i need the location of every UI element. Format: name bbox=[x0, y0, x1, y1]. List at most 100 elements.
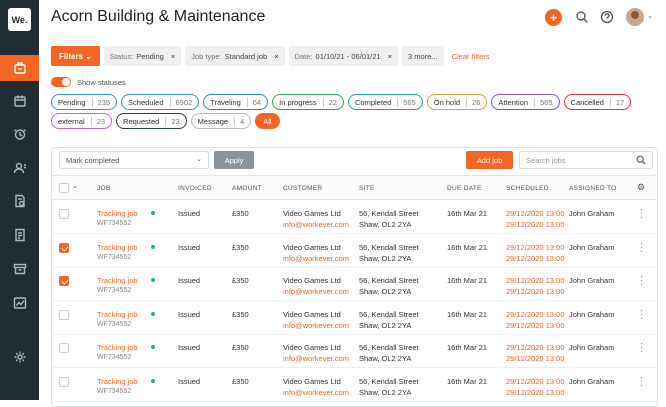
status-pill-all[interactable]: All bbox=[255, 113, 280, 129]
column-header[interactable]: AMOUNT bbox=[232, 185, 262, 192]
status-pill-scheduled[interactable]: Scheduled 6902 bbox=[121, 94, 200, 110]
select-all-checkbox[interactable] bbox=[59, 183, 69, 193]
customer-name: Video Games Ltd bbox=[283, 376, 341, 386]
site-line1: 56, Kendall Street bbox=[359, 376, 419, 386]
table-row[interactable]: Tracking job WF734552 Issued £350 Video Game… bbox=[52, 268, 657, 301]
customer-email[interactable]: info@workever.com bbox=[283, 388, 349, 397]
column-header[interactable]: SITE bbox=[359, 185, 375, 192]
status-pill-cancelled[interactable]: Cancelled 17 bbox=[563, 94, 632, 110]
column-header[interactable]: DUE DATE bbox=[447, 185, 482, 192]
status-pill-message[interactable]: Message 4 bbox=[190, 113, 252, 129]
status-pill-traveling[interactable]: Traveling 64 bbox=[203, 94, 269, 110]
job-link[interactable]: Tracking job bbox=[97, 343, 138, 352]
more-options-icon[interactable]: · · · bbox=[640, 205, 644, 223]
jobs-icon[interactable] bbox=[0, 55, 39, 81]
more-options-icon[interactable]: · · · bbox=[640, 339, 644, 357]
add-job-button[interactable]: Add job bbox=[466, 151, 513, 169]
site-line2: Shaw, OL2 2YA bbox=[359, 387, 412, 397]
close-icon[interactable]: × bbox=[388, 52, 392, 61]
calendar-icon[interactable] bbox=[0, 88, 39, 114]
row-checkbox[interactable] bbox=[59, 242, 69, 253]
status-pill-attention[interactable]: Attention 565 bbox=[491, 94, 560, 110]
row-checkbox[interactable] bbox=[59, 276, 69, 286]
job-link[interactable]: Tracking job bbox=[97, 377, 138, 386]
site-line1: 56, Kendall Street bbox=[359, 276, 419, 285]
close-icon[interactable]: × bbox=[171, 52, 175, 61]
assigned-to: John Graham bbox=[569, 242, 615, 252]
status-pill-pending[interactable]: Pending 235 bbox=[51, 94, 118, 110]
chevron-down-icon[interactable]: ⌄ bbox=[647, 12, 653, 20]
bulk-action-select[interactable]: Mark completed ⌄ bbox=[59, 151, 209, 169]
column-header[interactable]: CUSTOMER bbox=[283, 185, 322, 192]
add-icon[interactable]: + bbox=[545, 9, 562, 26]
customer-email[interactable]: info@workever.com bbox=[283, 321, 349, 330]
close-icon[interactable]: × bbox=[274, 52, 278, 61]
chevron-down-icon[interactable]: ⌄ bbox=[72, 182, 78, 190]
column-header[interactable]: INVOICED bbox=[178, 185, 212, 192]
clock-icon[interactable] bbox=[0, 121, 39, 147]
row-checkbox[interactable] bbox=[59, 343, 69, 353]
job-link[interactable]: Tracking job bbox=[97, 276, 138, 285]
customer-email[interactable]: info@workever.com bbox=[283, 354, 349, 363]
search-icon[interactable] bbox=[575, 10, 589, 24]
table-row[interactable]: Tracking job WF734552 Issued £350 Video Game… bbox=[52, 302, 657, 335]
filters-button[interactable]: Filters ⌄ bbox=[51, 46, 100, 66]
assigned-to: John Graham bbox=[569, 209, 615, 218]
status-pill-label: Pending bbox=[58, 97, 86, 107]
chip-key: Status: bbox=[109, 51, 134, 61]
status-pill-count: 26 bbox=[466, 97, 480, 107]
app-logo[interactable]: We. bbox=[8, 8, 31, 31]
settings-icon[interactable] bbox=[0, 344, 39, 370]
table-row[interactable]: Tracking job WF734552 Issued £350 Video Game… bbox=[52, 369, 657, 402]
more-options-icon[interactable]: · · · bbox=[640, 272, 644, 290]
customer-email[interactable]: info@workever.com bbox=[283, 287, 349, 296]
user-avatar[interactable] bbox=[626, 8, 644, 26]
customer-email[interactable]: info@workever.com bbox=[283, 220, 349, 229]
search-placeholder: Search jobs bbox=[526, 156, 566, 165]
contacts-icon[interactable] bbox=[0, 155, 39, 181]
filter-chip-job-type[interactable]: Job type: Standard job × bbox=[185, 46, 285, 66]
more-options-icon[interactable]: · · · bbox=[640, 305, 644, 323]
more-options-icon[interactable]: · · · bbox=[640, 238, 644, 256]
more-options-icon[interactable]: · · · bbox=[640, 372, 644, 390]
row-checkbox[interactable] bbox=[59, 309, 69, 320]
reports-icon[interactable] bbox=[0, 290, 39, 316]
page-title: Acorn Building & Maintenance bbox=[51, 8, 266, 25]
row-checkbox[interactable] bbox=[59, 376, 69, 387]
job-link[interactable]: Tracking job bbox=[97, 209, 138, 218]
assigned-to: John Graham bbox=[569, 343, 615, 352]
quotes-icon[interactable] bbox=[0, 188, 39, 214]
customer-email[interactable]: info@workever.com bbox=[283, 254, 349, 263]
invoiced-status: Issued bbox=[178, 276, 201, 285]
gear-icon[interactable]: ⚙ bbox=[637, 182, 645, 193]
column-header[interactable]: SCHEDULED bbox=[506, 185, 549, 192]
customer-name: Video Games Ltd bbox=[283, 276, 341, 285]
filter-chip-date[interactable]: Date: 01/10/21 - 06/01/21 × bbox=[288, 46, 398, 66]
scheduled-start: 29/12/2020 13:00 bbox=[506, 276, 565, 285]
archive-icon[interactable] bbox=[0, 256, 39, 282]
status-pill-on-hold[interactable]: On hold 26 bbox=[426, 94, 488, 110]
scheduled-end: 29/12/2020 13:00 bbox=[506, 354, 565, 363]
row-checkbox[interactable] bbox=[59, 209, 69, 219]
help-icon[interactable] bbox=[600, 10, 614, 24]
status-pill-external[interactable]: external 23 bbox=[51, 113, 113, 129]
show-statuses-toggle[interactable] bbox=[51, 77, 71, 87]
column-header[interactable]: ASSIGNED TO bbox=[569, 185, 617, 192]
job-link[interactable]: Tracking job bbox=[97, 243, 138, 252]
job-id: WF734552 bbox=[97, 220, 132, 227]
filter-chip-status[interactable]: Status: Pending × bbox=[103, 46, 182, 66]
status-pill-completed[interactable]: Completed 565 bbox=[347, 94, 423, 110]
job-link[interactable]: Tracking job bbox=[97, 310, 138, 319]
clear-filters-link[interactable]: Clear filters bbox=[452, 52, 490, 61]
table-row[interactable]: Tracking job WF734552 Issued £350 Video Game… bbox=[52, 335, 657, 368]
table-row[interactable]: Tracking job WF734552 Issued £350 Video Game… bbox=[52, 201, 657, 234]
table-row[interactable]: Tracking job WF734552 Issued £350 Video Game… bbox=[52, 235, 657, 268]
status-pill-requested[interactable]: Requested 23 bbox=[116, 113, 187, 129]
apply-button[interactable]: Apply bbox=[214, 151, 254, 169]
status-dot-icon bbox=[151, 311, 155, 316]
search-jobs-input[interactable]: Search jobs bbox=[519, 151, 653, 169]
column-header[interactable]: JOB bbox=[97, 185, 111, 192]
filter-chip-more[interactable]: 3 more... bbox=[401, 46, 444, 66]
status-pill-in-progress[interactable]: In progress 22 bbox=[272, 94, 344, 110]
invoices-icon[interactable] bbox=[0, 222, 39, 248]
